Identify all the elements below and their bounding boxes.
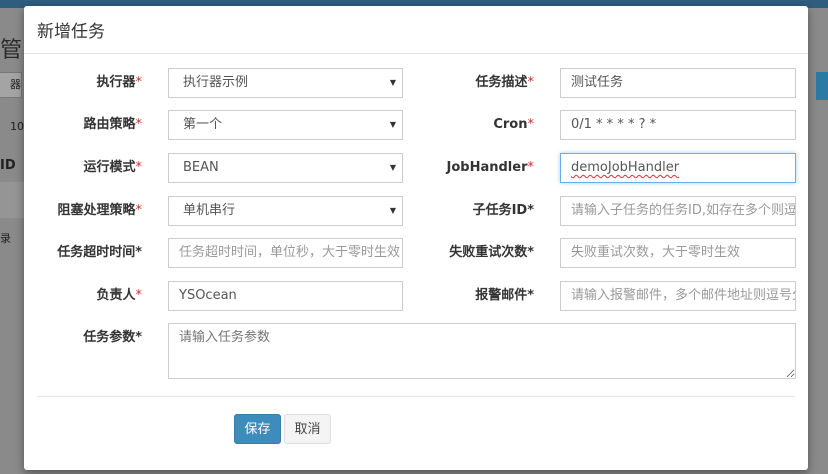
block-strategy-label: 阻塞处理策略* bbox=[57, 203, 142, 218]
route-strategy-label: 路由策略* bbox=[83, 117, 142, 132]
cron-label: Cron* bbox=[493, 117, 534, 132]
job-handler-value: demoJobHandler bbox=[571, 160, 680, 175]
job-desc-input[interactable]: 测试任务 bbox=[560, 68, 796, 98]
background-page-title: 管 bbox=[0, 38, 23, 63]
cron-input[interactable]: 0/1 * * * * ? * bbox=[560, 110, 796, 140]
modal-footer-divider bbox=[37, 396, 795, 397]
glue-type-value: BEAN bbox=[183, 160, 219, 175]
child-job-id-input[interactable]: 请输入子任务的任务ID,如存在多个则逗 bbox=[560, 196, 796, 226]
modal-title: 新增任务 bbox=[37, 22, 105, 42]
job-handler-input[interactable]: demoJobHandler bbox=[560, 153, 796, 183]
modal-header: 新增任务 bbox=[24, 6, 808, 54]
block-strategy-select[interactable]: 单机串行 ▼ bbox=[168, 196, 403, 226]
job-handler-label: JobHandler* bbox=[446, 160, 534, 175]
author-label: 负责人* bbox=[96, 288, 142, 303]
block-strategy-value: 单机串行 bbox=[183, 203, 236, 218]
glue-type-label: 运行模式* bbox=[83, 160, 142, 175]
save-button[interactable]: 保存 bbox=[234, 414, 281, 444]
child-job-id-label: 子任务ID* bbox=[472, 203, 534, 218]
route-strategy-select[interactable]: 第一个 ▼ bbox=[168, 110, 403, 140]
fail-retry-label: 失败重试次数* bbox=[449, 245, 534, 260]
alarm-email-input[interactable]: 请输入报警邮件，多个邮件地址则逗号分 bbox=[560, 281, 796, 311]
executor-label: 执行器* bbox=[96, 75, 142, 90]
timeout-label: 任务超时时间* bbox=[57, 245, 142, 260]
cancel-button[interactable]: 取消 bbox=[284, 414, 331, 444]
executor-select[interactable]: 执行器示例 ▼ bbox=[168, 68, 403, 98]
author-input[interactable]: YSOcean bbox=[168, 281, 403, 311]
glue-type-select[interactable]: BEAN ▼ bbox=[168, 153, 403, 183]
add-task-modal: 新增任务 执行器* 执行器示例 ▼ 任务描述* 测试任务 路由策略* 第一个 ▼… bbox=[24, 6, 808, 470]
timeout-input[interactable]: 任务超时时间，单位秒，大于零时生效 bbox=[168, 238, 403, 268]
executor-value: 执行器示例 bbox=[183, 75, 249, 90]
route-strategy-value: 第一个 bbox=[183, 117, 223, 132]
job-param-textarea[interactable] bbox=[168, 323, 796, 379]
alarm-email-label: 报警邮件* bbox=[475, 288, 534, 303]
background-add-button bbox=[816, 72, 828, 100]
job-param-label: 任务参数* bbox=[83, 330, 142, 345]
job-desc-label: 任务描述* bbox=[475, 75, 534, 90]
fail-retry-input[interactable]: 失败重试次数，大于零时生效 bbox=[560, 238, 796, 268]
